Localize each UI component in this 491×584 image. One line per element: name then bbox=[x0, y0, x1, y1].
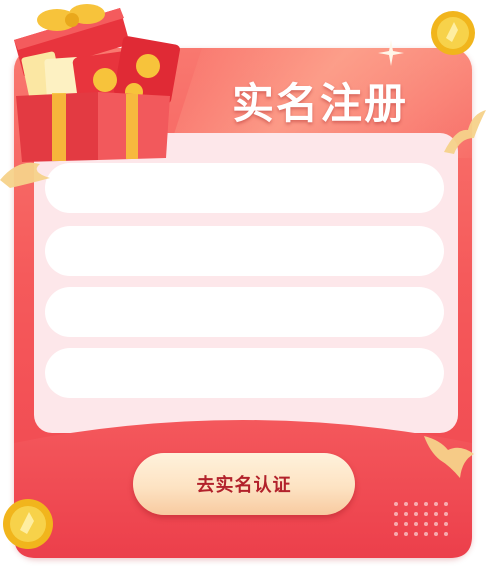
form-field-2[interactable] bbox=[45, 226, 444, 276]
form-field-3[interactable] bbox=[45, 287, 444, 337]
page-title: 实名注册 bbox=[232, 79, 409, 128]
verify-identity-button[interactable]: 去实名认证 bbox=[133, 453, 355, 515]
gold-coin-icon bbox=[431, 11, 475, 55]
dot-grid-icon bbox=[394, 502, 448, 536]
gold-coin-icon bbox=[3, 499, 53, 549]
form-field-1[interactable] bbox=[45, 163, 444, 213]
sparkle-icon bbox=[378, 40, 404, 66]
ribbon-icon bbox=[424, 436, 474, 478]
gift-box-icon bbox=[14, 4, 180, 162]
form-field-4[interactable] bbox=[45, 348, 444, 398]
ribbon-icon bbox=[444, 110, 486, 154]
